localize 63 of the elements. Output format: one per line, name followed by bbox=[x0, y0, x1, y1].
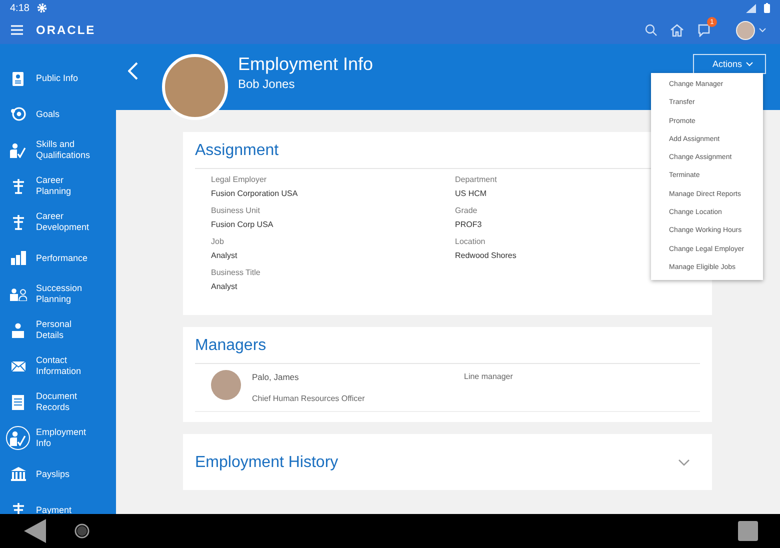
field-value: US HCM bbox=[455, 189, 487, 198]
mail-icon bbox=[10, 360, 26, 372]
field-value: Analyst bbox=[211, 251, 238, 260]
sidebar-item[interactable]: Employment Info bbox=[0, 420, 116, 456]
page-title: Employment Info bbox=[238, 54, 374, 74]
sidebar-item[interactable]: Personal Details bbox=[0, 312, 116, 348]
search-icon[interactable] bbox=[645, 24, 657, 36]
sidebar-item[interactable]: Skills and Qualifications bbox=[0, 132, 116, 168]
field-label: Department bbox=[455, 175, 497, 184]
people-icon bbox=[10, 288, 26, 300]
section-title: Managers bbox=[195, 327, 700, 364]
id-badge-icon bbox=[12, 70, 24, 86]
field-label: Business Unit bbox=[211, 206, 260, 215]
field-value: PROF3 bbox=[455, 220, 482, 229]
actions-button[interactable]: Actions bbox=[693, 54, 766, 74]
sidebar-item[interactable]: Payment bbox=[0, 492, 116, 514]
manager-job: Chief Human Resources Officer bbox=[252, 394, 365, 403]
signpost-icon bbox=[10, 178, 26, 194]
back-icon[interactable] bbox=[24, 519, 46, 543]
document-icon bbox=[12, 394, 24, 410]
person-icon bbox=[12, 322, 24, 338]
person-check-icon bbox=[10, 430, 26, 446]
menu-icon[interactable] bbox=[11, 25, 23, 35]
status-time: 4:18 bbox=[10, 2, 30, 14]
manager-name: Palo, James bbox=[252, 372, 299, 382]
bank-icon bbox=[10, 467, 26, 481]
caret-icon bbox=[746, 62, 753, 66]
battery-icon bbox=[764, 3, 770, 13]
settings-icon bbox=[37, 3, 48, 13]
sidebar-item[interactable]: Career Planning bbox=[0, 168, 116, 204]
field-value: Redwood Shores bbox=[455, 251, 516, 260]
signal-icon bbox=[746, 4, 756, 12]
sidebar-item[interactable]: Contact Information bbox=[0, 348, 116, 384]
sidebar-item[interactable]: Succession Planning bbox=[0, 276, 116, 312]
back-icon[interactable] bbox=[128, 62, 138, 80]
oracle-logo: ORACLE bbox=[36, 23, 96, 37]
target-icon bbox=[10, 107, 26, 121]
person-check-icon bbox=[10, 142, 26, 158]
sidebar-item[interactable]: Goals bbox=[0, 96, 116, 132]
field-label: Business Title bbox=[211, 268, 260, 277]
field-value: Fusion Corporation USA bbox=[211, 189, 298, 198]
employment-history-header[interactable]: Employment History bbox=[183, 434, 712, 490]
sidebar-item[interactable]: Document Records bbox=[0, 384, 116, 420]
bar-chart-icon bbox=[10, 251, 26, 265]
user-avatar[interactable] bbox=[736, 20, 755, 40]
notification-icon[interactable] bbox=[697, 23, 711, 37]
manager-avatar bbox=[211, 370, 241, 400]
field-value: Analyst bbox=[211, 282, 238, 291]
sidebar-item[interactable]: Career Development bbox=[0, 204, 116, 240]
employee-name: Bob Jones bbox=[238, 77, 295, 91]
manager-relation: Line manager bbox=[464, 372, 513, 381]
sidebar-item[interactable]: Payslips bbox=[0, 456, 116, 492]
sidebar-item[interactable]: Public Info bbox=[0, 60, 116, 96]
signpost-icon bbox=[10, 502, 26, 514]
field-label: Grade bbox=[455, 206, 478, 215]
field-label: Legal Employer bbox=[211, 175, 267, 184]
field-label: Location bbox=[455, 237, 486, 246]
field-label: Job bbox=[211, 237, 224, 246]
home-icon[interactable] bbox=[74, 523, 90, 539]
caret-icon[interactable] bbox=[759, 28, 766, 32]
signpost-icon bbox=[10, 214, 26, 230]
sidebar-item[interactable]: Performance bbox=[0, 240, 116, 276]
field-value: Fusion Corp USA bbox=[211, 220, 274, 229]
